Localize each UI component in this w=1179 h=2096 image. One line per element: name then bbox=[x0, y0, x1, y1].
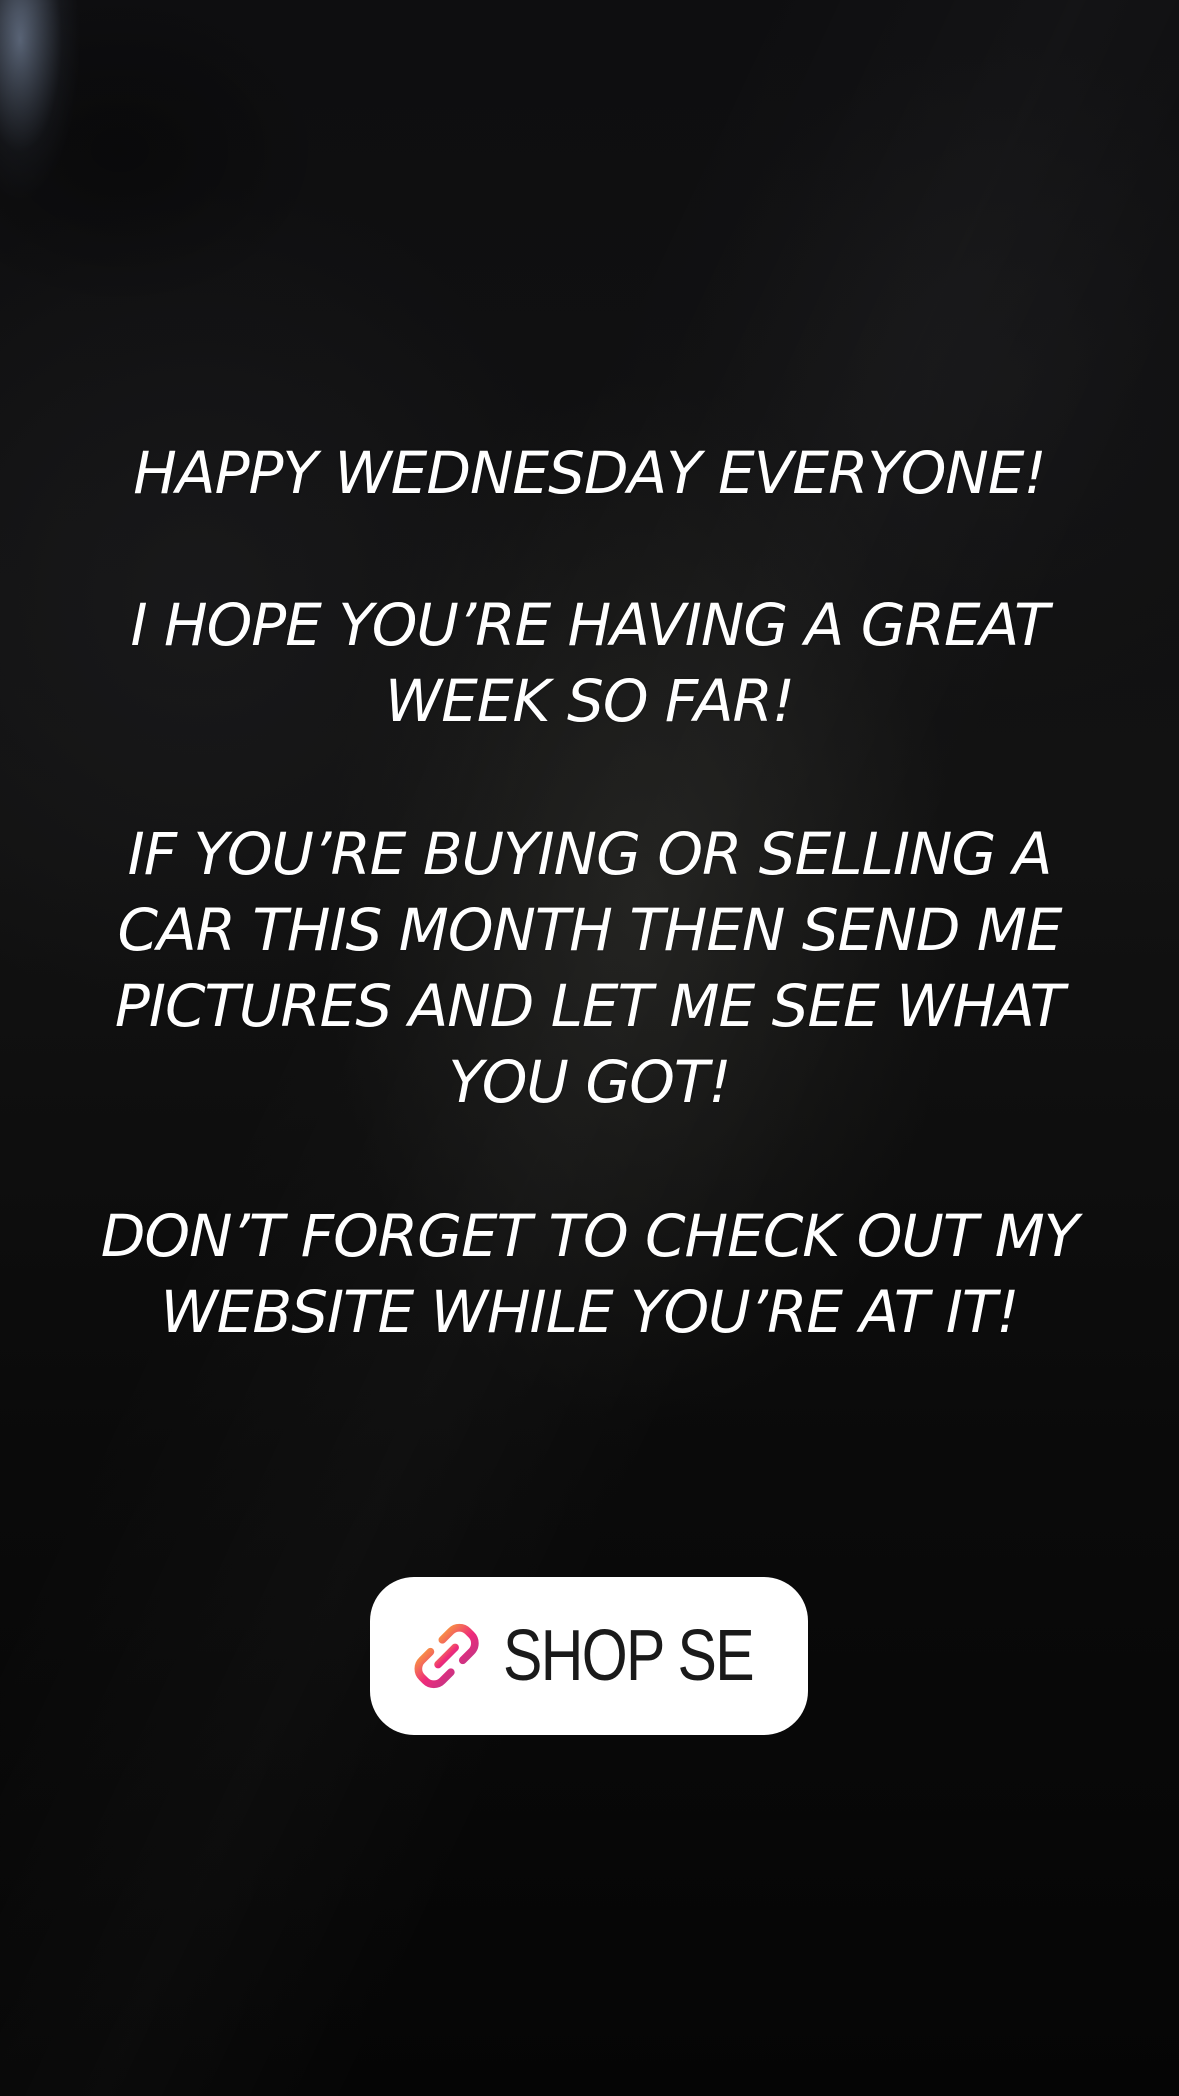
website-reminder-text: DON’T FORGET TO CHECK OUT MY WEBSITE WHI… bbox=[100, 1202, 1079, 1346]
greeting-text: HAPPY WEDNESDAY EVERYONE! bbox=[133, 439, 1046, 507]
story-canvas: HAPPY WEDNESDAY EVERYONE! I HOPE YOU’RE … bbox=[0, 0, 1179, 2096]
link-icon bbox=[414, 1623, 479, 1689]
car-pictures-text: IF YOU’RE BUYING OR SELLING A CAR THIS M… bbox=[114, 820, 1065, 1116]
link-sticker-button[interactable]: SHOP SE bbox=[370, 1577, 808, 1735]
link-sticker-label: SHOP SE bbox=[503, 1616, 755, 1696]
hope-text: I HOPE YOU’RE HAVING A GREAT WEEK SO FAR… bbox=[130, 591, 1049, 735]
